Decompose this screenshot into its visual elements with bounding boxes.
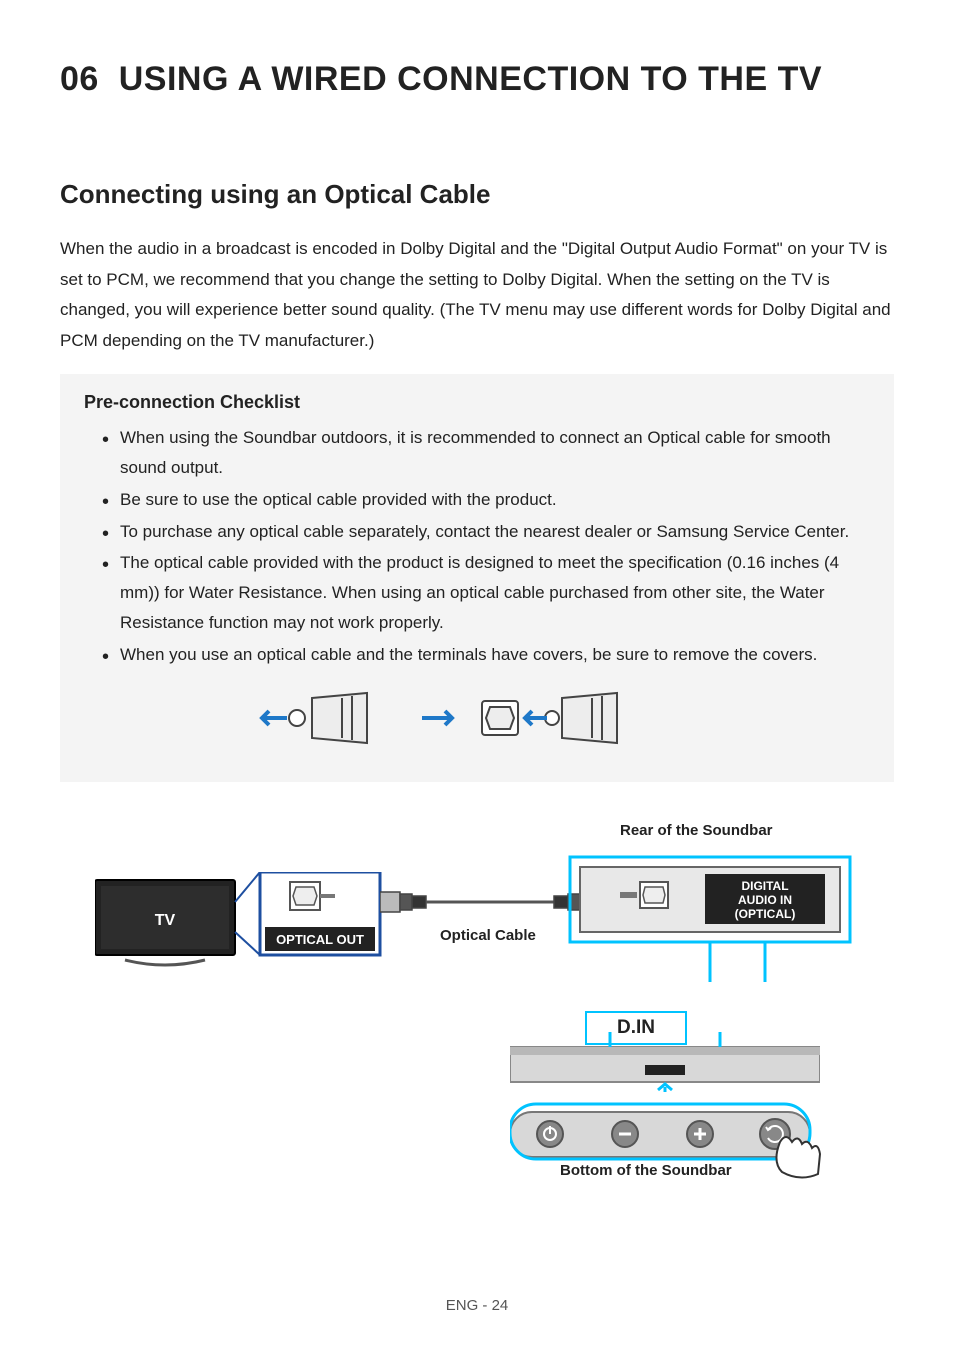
section-title: Connecting using an Optical Cable	[60, 179, 894, 210]
rear-of-soundbar-label: Rear of the Soundbar	[620, 822, 773, 839]
chapter-title: 06 USING A WIRED CONNECTION TO THE TV	[60, 60, 894, 99]
tv-label: TV	[155, 912, 176, 929]
checklist-item: The optical cable provided with the prod…	[102, 548, 870, 637]
digital-audio-in-line2: AUDIO IN	[738, 893, 792, 907]
soundbar-rear-illustration: DIGITAL AUDIO IN (OPTICAL)	[565, 852, 855, 987]
optical-cable-label: Optical Cable	[440, 927, 536, 944]
chapter-title-text: USING A WIRED CONNECTION TO THE TV	[119, 60, 822, 98]
tv-illustration: TV OPTICAL OUT	[95, 872, 395, 977]
checklist-item: When using the Soundbar outdoors, it is …	[102, 423, 870, 483]
chapter-number: 06	[60, 60, 99, 98]
checklist-title: Pre-connection Checklist	[84, 392, 870, 413]
checklist-box: Pre-connection Checklist When using the …	[60, 374, 894, 782]
connection-diagram: Rear of the Soundbar TV OPTICAL OUT	[60, 822, 894, 1202]
page-footer: ENG - 24	[0, 1297, 954, 1314]
checklist-list: When using the Soundbar outdoors, it is …	[84, 423, 870, 669]
bottom-of-soundbar-label: Bottom of the Soundbar	[560, 1162, 732, 1179]
cover-removal-illustration	[84, 683, 870, 758]
checklist-item: Be sure to use the optical cable provide…	[102, 485, 870, 515]
checklist-item: When you use an optical cable and the te…	[102, 640, 870, 670]
checklist-item: To purchase any optical cable separately…	[102, 517, 870, 547]
digital-audio-in-line1: DIGITAL	[741, 879, 788, 893]
optical-out-label: OPTICAL OUT	[276, 932, 364, 947]
digital-audio-in-line3: (OPTICAL)	[735, 907, 796, 921]
section-intro: When the audio in a broadcast is encoded…	[60, 234, 894, 356]
soundbar-front-illustration	[510, 1032, 820, 1097]
